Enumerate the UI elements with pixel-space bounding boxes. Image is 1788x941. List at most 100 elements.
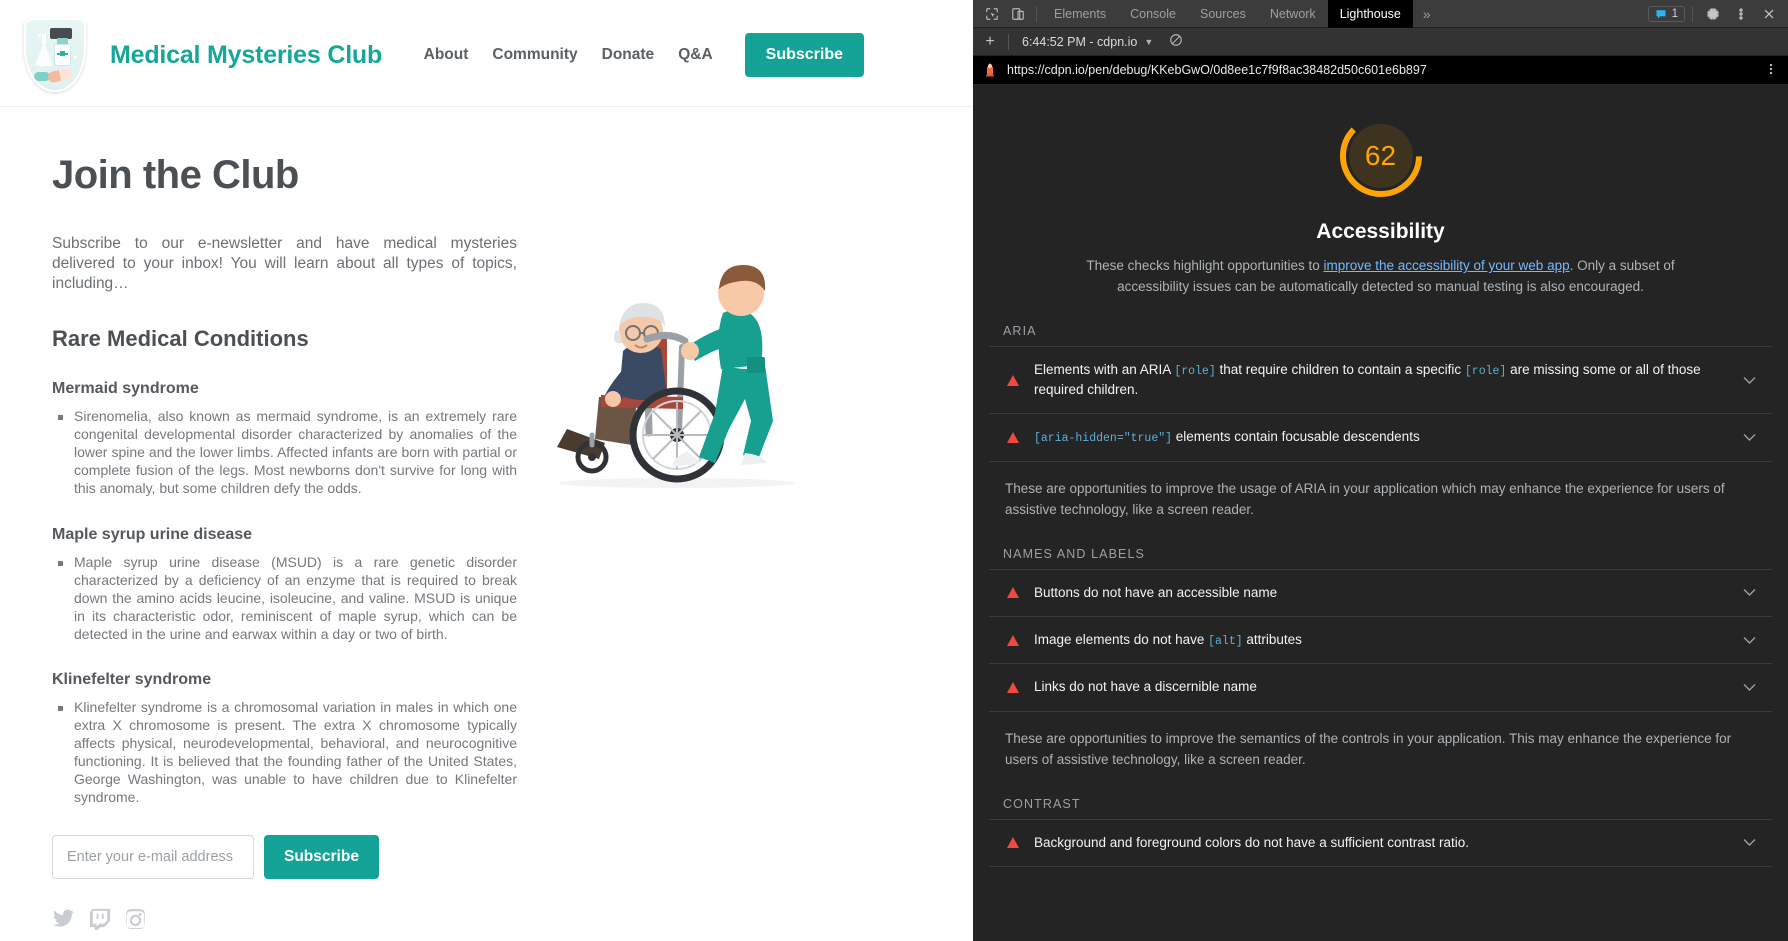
tab-console[interactable]: Console xyxy=(1118,0,1188,28)
list-item: Sirenomelia, also known as mermaid syndr… xyxy=(52,408,517,498)
audit-row[interactable]: Elements with an ARIA [role] that requir… xyxy=(989,347,1772,415)
twitter-icon xyxy=(52,909,75,927)
chevron-down-icon[interactable] xyxy=(1743,683,1756,692)
subbar-divider xyxy=(1008,33,1009,50)
category-description: These checks highlight opportunities to … xyxy=(1076,256,1686,298)
social-links xyxy=(52,907,517,930)
toolbar-divider xyxy=(1036,5,1037,22)
nav-subscribe-button[interactable]: Subscribe xyxy=(744,33,864,77)
audit-row[interactable]: [aria-hidden="true"] elements contain fo… xyxy=(989,414,1772,462)
lighthouse-report: 62 Accessibility These checks highlight … xyxy=(973,84,1788,941)
chevron-down-icon[interactable] xyxy=(1743,838,1756,847)
accessibility-docs-link[interactable]: improve the accessibility of your web ap… xyxy=(1323,258,1569,273)
category-title: Accessibility xyxy=(1316,220,1445,243)
audit-title: Buttons do not have an accessible name xyxy=(1034,584,1278,600)
audit-row[interactable]: Image elements do not have [alt] attribu… xyxy=(989,617,1772,665)
fail-triangle-icon xyxy=(1007,681,1020,693)
section-heading: CONTRAST xyxy=(1003,796,1081,811)
lighthouse-subbar: + 6:44:52 PM - cdpn.io ▼ xyxy=(973,28,1788,56)
nav-item-qa[interactable]: Q&A xyxy=(678,46,712,64)
nav-item-about[interactable]: About xyxy=(424,46,469,64)
condition-title: Klinefelter syndrome xyxy=(52,671,212,689)
tab-network[interactable]: Network xyxy=(1258,0,1328,28)
twitter-link[interactable] xyxy=(52,907,75,930)
section-heading: ARIA xyxy=(1003,323,1037,338)
gear-icon[interactable] xyxy=(1700,2,1726,26)
clear-all-icon[interactable] xyxy=(1169,33,1183,50)
page-content: Join the Club Subscribe to our e-newslet… xyxy=(0,107,973,930)
group-description: These are opportunities to improve the s… xyxy=(1005,730,1732,768)
screen-root: Medical Mysteries Club About Community D… xyxy=(0,0,1788,941)
medical-shield-badge-icon xyxy=(24,18,86,92)
issues-message-icon xyxy=(1656,9,1666,18)
audit-row[interactable]: Links do not have a discernible name xyxy=(989,664,1772,712)
subscribe-form: Subscribe xyxy=(52,834,517,879)
twitch-icon xyxy=(89,908,111,930)
instagram-icon xyxy=(126,909,145,929)
issues-count: 1 xyxy=(1671,7,1678,20)
lighthouse-favicon xyxy=(986,63,994,77)
site-header: Medical Mysteries Club About Community D… xyxy=(0,0,973,107)
devtools-toolbar: Elements Console Sources Network Lightho… xyxy=(973,0,1788,28)
more-tabs-icon[interactable]: » xyxy=(1413,6,1441,22)
illustration-column xyxy=(517,107,921,930)
condition-list: Sirenomelia, also known as mermaid syndr… xyxy=(52,408,517,498)
kebab-menu-icon[interactable] xyxy=(1764,62,1778,79)
content-column: Join the Club Subscribe to our e-newslet… xyxy=(52,107,517,930)
inspect-element-icon[interactable] xyxy=(979,2,1005,26)
nurse-wheelchair-illustration xyxy=(557,265,795,488)
audit-group: Buttons do not have an accessible name I… xyxy=(989,568,1772,712)
toolbar-divider xyxy=(1692,5,1693,22)
audit-title: Elements with an ARIA [role] that requir… xyxy=(1034,361,1701,398)
plus-icon[interactable]: + xyxy=(977,31,1003,53)
lighthouse-url-bar: https://cdpn.io/pen/debug/KKebGwO/0d8ee1… xyxy=(973,56,1788,84)
audit-group: Elements with an ARIA [role] that requir… xyxy=(989,345,1772,462)
close-icon[interactable] xyxy=(1756,2,1782,26)
report-label: 6:44:52 PM - cdpn.io xyxy=(1022,34,1138,49)
chevron-down-icon[interactable] xyxy=(1743,376,1756,385)
audit-title: Image elements do not have [alt] attribu… xyxy=(1034,632,1302,649)
audit-row[interactable]: Buttons do not have an accessible name xyxy=(989,570,1772,618)
tab-elements[interactable]: Elements xyxy=(1042,0,1118,28)
subscribe-submit-button[interactable]: Subscribe xyxy=(264,834,379,879)
site-title: Medical Mysteries Club xyxy=(110,40,383,69)
fail-triangle-icon xyxy=(1007,837,1020,849)
report-selector[interactable]: 6:44:52 PM - cdpn.io ▼ xyxy=(1014,35,1161,49)
tab-lighthouse[interactable]: Lighthouse xyxy=(1327,0,1413,28)
condition-title: Maple syrup urine disease xyxy=(52,525,253,543)
tab-sources[interactable]: Sources xyxy=(1188,0,1258,28)
section-aria: ARIA Elements with an ARIA [role] that r… xyxy=(973,324,1788,521)
condition-list: Klinefelter syndrome is a chromosomal va… xyxy=(52,699,517,806)
list-item: Maple syrup urine disease (MSUD) is a ra… xyxy=(52,554,517,644)
fail-triangle-icon xyxy=(1007,374,1020,386)
fail-triangle-icon xyxy=(1007,431,1020,443)
fail-triangle-icon xyxy=(1007,634,1020,646)
page-title: Join the Club xyxy=(52,153,299,197)
chevron-down-icon[interactable] xyxy=(1743,588,1756,597)
twitch-link[interactable] xyxy=(88,907,111,930)
email-input[interactable] xyxy=(52,834,254,879)
devtools-panel: Elements Console Sources Network Lightho… xyxy=(973,0,1788,941)
audit-title: [aria-hidden="true"] elements contain fo… xyxy=(1034,429,1420,446)
nav-item-donate[interactable]: Donate xyxy=(602,46,655,64)
chevron-down-icon[interactable] xyxy=(1743,636,1756,645)
instagram-link[interactable] xyxy=(124,907,147,930)
audit-title: Background and foreground colors do not … xyxy=(1034,834,1470,850)
audit-row[interactable]: Background and foreground colors do not … xyxy=(989,820,1772,867)
device-toolbar-icon[interactable] xyxy=(1005,2,1031,26)
chevron-down-icon: ▼ xyxy=(1144,36,1154,47)
intro-paragraph: Subscribe to our e-newsletter and have m… xyxy=(52,235,517,293)
section-names-and-labels: NAMES AND LABELS Buttons do not have an … xyxy=(973,547,1788,771)
audit-title: Links do not have a discernible name xyxy=(1034,679,1257,695)
fail-triangle-icon xyxy=(1007,587,1020,599)
issues-badge[interactable]: 1 xyxy=(1647,5,1685,22)
group-description: These are opportunities to improve the u… xyxy=(1005,480,1725,518)
kebab-menu-icon[interactable] xyxy=(1728,2,1754,26)
main-nav: About Community Donate Q&A Subscribe xyxy=(424,33,973,77)
site-logo[interactable] xyxy=(0,18,110,92)
section-contrast: CONTRAST Background and foreground color… xyxy=(973,797,1788,867)
nav-item-community[interactable]: Community xyxy=(492,46,577,64)
chevron-down-icon[interactable] xyxy=(1743,433,1756,442)
desc-pre: These checks highlight opportunities to xyxy=(1086,258,1324,273)
list-item: Klinefelter syndrome is a chromosomal va… xyxy=(52,699,517,806)
